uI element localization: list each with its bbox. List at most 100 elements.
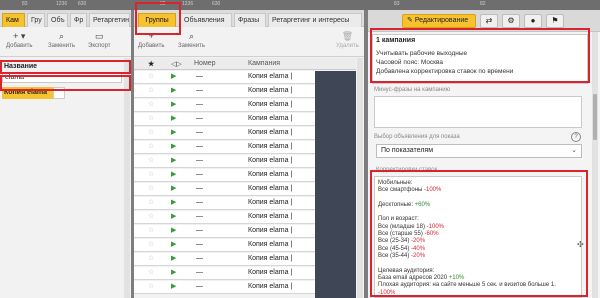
row-campaign: Копия elama | bbox=[248, 185, 293, 192]
add-group-button[interactable]: + Добавить bbox=[138, 31, 165, 49]
campaign-list-item[interactable]: Копия elama bbox=[2, 87, 54, 99]
star-icon[interactable]: ☆ bbox=[148, 239, 154, 251]
strip-number: 82 bbox=[480, 1, 486, 7]
row-number: — bbox=[196, 73, 203, 80]
campaign-scrollbar[interactable] bbox=[124, 58, 130, 298]
redacted-overlay bbox=[315, 71, 356, 298]
tab-phrases[interactable]: Фразы bbox=[234, 13, 266, 27]
campaign-toolbar: + ▾ Добавить ⌕ Заменить ▭ Экспорт bbox=[0, 27, 131, 57]
play-icon: ▶ bbox=[171, 255, 177, 262]
top-strip: 83 1236 630 82 1236 630 83 82 bbox=[0, 0, 600, 10]
group-scrollbar[interactable] bbox=[357, 58, 363, 298]
tab-phrases[interactable]: Фр bbox=[70, 13, 87, 27]
row-number: — bbox=[196, 157, 203, 164]
strip-number: 1236 bbox=[182, 1, 194, 7]
play-icon: ▶ bbox=[171, 171, 177, 178]
star-icon[interactable]: ☆ bbox=[148, 71, 154, 83]
play-icon: ▶ bbox=[171, 199, 177, 206]
editor-scrollbar-thumb[interactable] bbox=[593, 94, 597, 140]
star-icon[interactable]: ☆ bbox=[148, 267, 154, 279]
star-icon[interactable]: ☆ bbox=[148, 253, 154, 265]
adjustments-field[interactable]: Мобильные: Все смартфоны -100% Десктопны… bbox=[374, 176, 582, 298]
star-icon[interactable]: ☆ bbox=[148, 211, 154, 223]
adjustment-line bbox=[378, 209, 574, 216]
star-icon[interactable]: ☆ bbox=[148, 169, 154, 181]
tab-retargeting[interactable]: Ретаргетинг и интересы bbox=[268, 13, 362, 27]
adjustment-value: -100% bbox=[426, 223, 444, 230]
adjustment-text: Все (младше 18) bbox=[378, 223, 425, 230]
ad-select-dropdown[interactable]: По показателям ⌄ bbox=[376, 144, 582, 158]
adjustment-value: -40% bbox=[411, 245, 426, 252]
row-campaign: Копия elama | bbox=[248, 157, 293, 164]
play-icon: ▶ bbox=[171, 101, 177, 108]
star-icon[interactable]: ☆ bbox=[148, 85, 154, 97]
star-icon[interactable]: ☆ bbox=[148, 225, 154, 237]
star-icon[interactable]: ☆ bbox=[148, 155, 154, 167]
campaign-column-header[interactable]: Кампания bbox=[248, 60, 280, 67]
star-column-header[interactable]: ★ bbox=[148, 60, 154, 68]
comment-icon[interactable]: ● bbox=[524, 14, 542, 28]
status-column-header[interactable]: ◁▷ bbox=[171, 60, 182, 68]
adjustment-value: -20% bbox=[411, 238, 426, 245]
row-number: — bbox=[196, 269, 203, 276]
adjustments-list: Мобильные: Все смартфоны -100% Десктопны… bbox=[378, 180, 574, 297]
row-campaign: Копия elama | bbox=[248, 115, 293, 122]
replace-label: Заменить bbox=[178, 43, 205, 49]
adjustment-value: -20% bbox=[411, 253, 426, 260]
gear-icon[interactable]: ⚙ bbox=[502, 14, 520, 28]
campaign-notes: Учитывать рабочие выходные Часовой пояс:… bbox=[376, 49, 513, 76]
row-campaign: Копия elama | bbox=[248, 241, 293, 248]
adjustment-text: База email адресов 2020 bbox=[378, 275, 448, 282]
row-campaign: Копия elama | bbox=[248, 199, 293, 206]
play-icon: ▶ bbox=[171, 73, 177, 80]
export-button[interactable]: ▭ Экспорт bbox=[88, 31, 111, 49]
star-icon[interactable]: ☆ bbox=[148, 281, 154, 293]
editor-panel: ✎ Редактирование ⇄ ⚙ ● ⚑ 1 кампания Учит… bbox=[368, 10, 600, 298]
number-column-header[interactable]: Номер bbox=[194, 60, 216, 67]
sliders-icon[interactable]: ⇄ bbox=[480, 14, 498, 28]
group-toolbar: + Добавить ⌕ Заменить 🗑 Удалить bbox=[134, 27, 364, 57]
tab-retargeting[interactable]: Ретаргетинг bbox=[89, 13, 130, 27]
star-icon[interactable]: ☆ bbox=[148, 183, 154, 195]
row-campaign: Копия elama | bbox=[248, 269, 293, 276]
row-campaign: Копия elama | bbox=[248, 213, 293, 220]
adjustment-line: Десктопные: +60% bbox=[378, 202, 574, 209]
campaign-notes-box: 1 кампания Учитывать рабочие выходные Ча… bbox=[372, 34, 588, 84]
strip-number: 630 bbox=[212, 1, 221, 7]
campaign-title: 1 кампания bbox=[376, 37, 416, 44]
campaigns-panel: Кам Гру Объ Фр Ретаргетинг + ▾ Добавить … bbox=[0, 10, 131, 298]
star-icon[interactable]: ☆ bbox=[148, 141, 154, 153]
star-icon[interactable]: ☆ bbox=[148, 197, 154, 209]
row-campaign: Копия elama | bbox=[248, 73, 293, 80]
group-tabs: Группы Объявления Фразы Ретаргетинг и ин… bbox=[134, 10, 364, 27]
add-button[interactable]: + ▾ Добавить bbox=[6, 31, 33, 49]
tab-groups[interactable]: Группы bbox=[138, 13, 176, 27]
star-icon[interactable]: ☆ bbox=[148, 99, 154, 111]
delete-button[interactable]: 🗑 Удалить bbox=[336, 31, 359, 49]
adjustment-line: Плохая аудитория: на сайте меньше 5 сек.… bbox=[378, 282, 574, 289]
editor-scrollbar[interactable] bbox=[592, 32, 598, 298]
campaign-filter-input[interactable]: elama bbox=[2, 72, 122, 83]
adjustment-line: Все смартфоны -100% bbox=[378, 187, 574, 194]
tab-campaigns[interactable]: Кам bbox=[2, 13, 25, 27]
tab-ads[interactable]: Объявления bbox=[180, 13, 232, 27]
row-number: — bbox=[196, 199, 203, 206]
edit-button[interactable]: ✎ Редактирование bbox=[402, 14, 476, 28]
play-icon: ▶ bbox=[171, 227, 177, 234]
flag-icon[interactable]: ⚑ bbox=[546, 14, 564, 28]
replace-button[interactable]: ⌕ Заменить bbox=[178, 31, 205, 49]
row-number: — bbox=[196, 143, 203, 150]
tab-ads[interactable]: Объ bbox=[47, 13, 68, 27]
help-icon[interactable]: ? bbox=[571, 132, 581, 142]
ad-select-value: По показателям bbox=[381, 147, 434, 154]
replace-button[interactable]: ⌕ Заменить bbox=[48, 31, 75, 49]
adjustment-line: Все (45-54) -40% bbox=[378, 246, 574, 253]
tab-groups[interactable]: Гру bbox=[27, 13, 45, 27]
star-icon[interactable]: ☆ bbox=[148, 113, 154, 125]
note-line: Учитывать рабочие выходные bbox=[376, 50, 468, 57]
star-icon[interactable]: ☆ bbox=[148, 127, 154, 139]
play-icon: ▶ bbox=[171, 143, 177, 150]
note-line: Часовой пояс: Москва bbox=[376, 59, 444, 66]
plus-icon: + ▾ bbox=[13, 31, 26, 41]
minus-phrases-field[interactable] bbox=[374, 96, 582, 128]
